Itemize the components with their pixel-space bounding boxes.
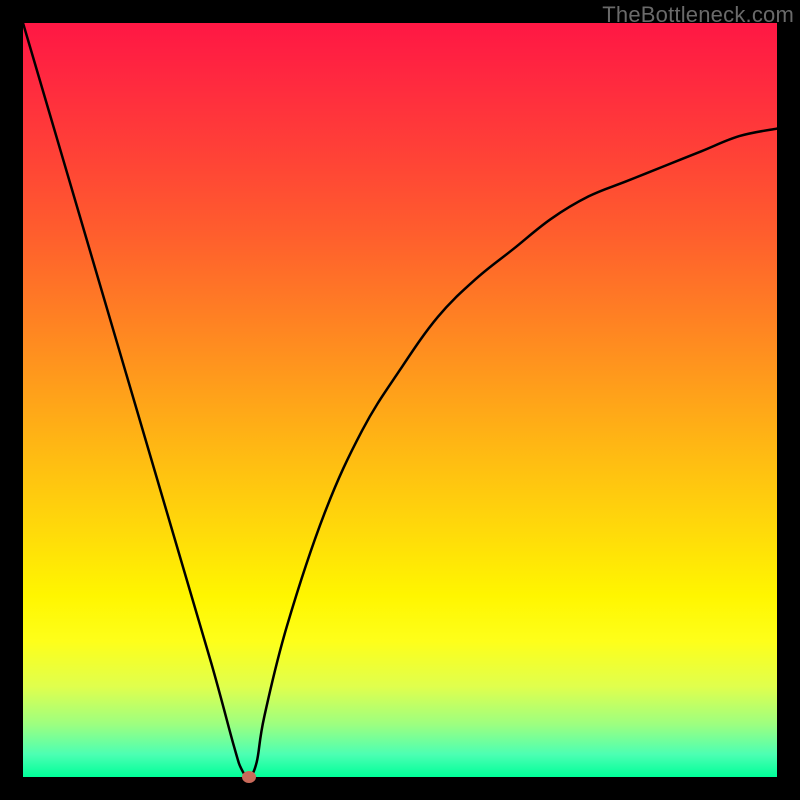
curve-svg bbox=[23, 23, 777, 777]
bottleneck-curve-path bbox=[23, 23, 777, 777]
chart-container: TheBottleneck.com bbox=[0, 0, 800, 800]
minimum-marker bbox=[242, 771, 256, 783]
watermark-text: TheBottleneck.com bbox=[602, 2, 794, 28]
plot-area bbox=[23, 23, 777, 777]
